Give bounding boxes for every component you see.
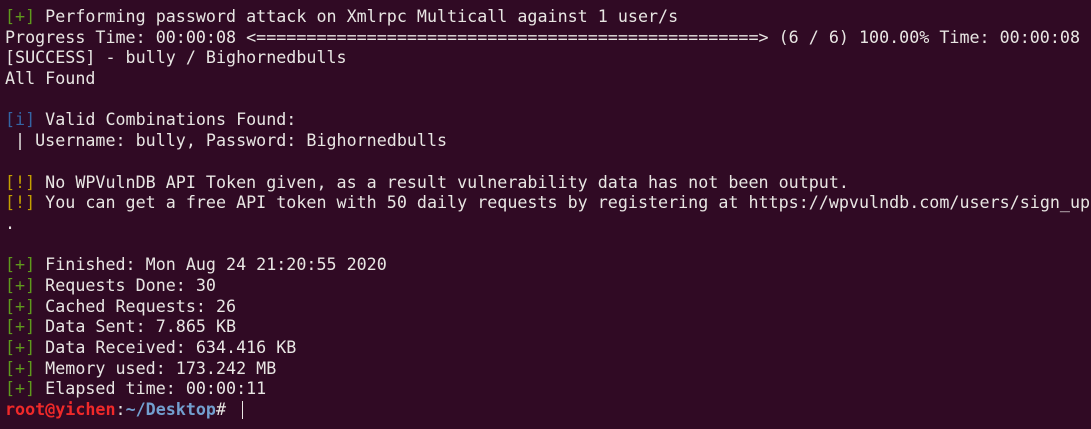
- output-line: [!] You can get a free API token with 50…: [5, 192, 1091, 213]
- status-tag: [!]: [5, 171, 36, 192]
- shell-prompt[interactable]: root@yichen:~/Desktop#: [5, 399, 1091, 420]
- output-line: [+] Performing password attack on Xmlrpc…: [5, 6, 1091, 27]
- line-text: No WPVulnDB API Token given, as a result…: [35, 171, 849, 192]
- line-text: Data Sent: 7.865 KB: [35, 316, 237, 337]
- status-tag: [i]: [5, 109, 36, 130]
- status-tag: [!]: [5, 192, 36, 213]
- output-line: [!] No WPVulnDB API Token given, as a re…: [5, 172, 1091, 193]
- prompt-symbol: #: [215, 399, 237, 420]
- output-line: [+] Requests Done: 30: [5, 275, 1091, 296]
- line-text: Requests Done: 30: [35, 274, 216, 295]
- line-text: Data Received: 634.416 KB: [35, 337, 297, 357]
- output-line: [+] Finished: Mon Aug 24 21:20:55 2020: [5, 254, 1091, 275]
- status-tag: [+]: [5, 254, 36, 275]
- status-tag: [+]: [5, 316, 36, 337]
- output-line: [SUCCESS] - bully / Bighornedbulls: [5, 47, 1091, 68]
- line-text: .: [5, 212, 16, 233]
- prompt-user-host: root@yichen: [5, 399, 116, 420]
- text-cursor: [242, 401, 244, 420]
- output-line: [+] Data Sent: 7.865 KB: [5, 316, 1091, 337]
- line-text: Progress Time: 00:00:08 <===============…: [5, 26, 1080, 47]
- prompt-separator: :: [115, 399, 126, 420]
- line-text: You can get a free API token with 50 dai…: [35, 192, 1091, 213]
- status-tag: [+]: [5, 6, 36, 26]
- terminal-output[interactable]: [+] Performing password attack on Xmlrpc…: [0, 0, 1091, 420]
- output-line: .: [5, 213, 1091, 234]
- line-text: Performing password attack on Xmlrpc Mul…: [35, 6, 679, 26]
- output-line: [+] Data Received: 634.416 KB: [5, 337, 1091, 358]
- output-line: | Username: bully, Password: Bighornedbu…: [5, 130, 1091, 151]
- line-text: [SUCCESS] - bully / Bighornedbulls: [5, 47, 347, 68]
- status-tag: [+]: [5, 274, 36, 295]
- line-text: Memory used: 173.242 MB: [35, 357, 277, 378]
- progress-line: Progress Time: 00:00:08 <===============…: [5, 27, 1091, 48]
- status-tag: [+]: [5, 295, 36, 316]
- line-text: Finished: Mon Aug 24 21:20:55 2020: [35, 254, 387, 275]
- output-line: All Found: [5, 68, 1091, 89]
- status-tag: [+]: [5, 378, 36, 399]
- line-text: Cached Requests: 26: [35, 295, 237, 316]
- output-line: [+] Cached Requests: 26: [5, 296, 1091, 317]
- output-line: [i] Valid Combinations Found:: [5, 109, 1091, 130]
- output-line: [+] Elapsed time: 00:00:11: [5, 378, 1091, 399]
- status-tag: [+]: [5, 337, 36, 357]
- prompt-path: ~/Desktop: [125, 399, 216, 420]
- status-tag: [+]: [5, 357, 36, 378]
- line-text: Valid Combinations Found:: [35, 109, 297, 130]
- line-text: Elapsed time: 00:00:11: [35, 378, 267, 399]
- line-text: | Username: bully, Password: Bighornedbu…: [5, 130, 448, 151]
- output-line: [+] Memory used: 173.242 MB: [5, 358, 1091, 379]
- line-text: All Found: [5, 68, 96, 89]
